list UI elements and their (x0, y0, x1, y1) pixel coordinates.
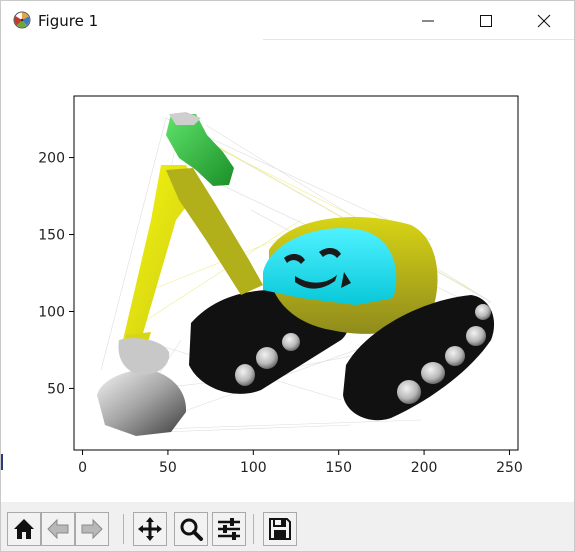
forward-button[interactable] (75, 512, 109, 546)
navigation-toolbar (1, 502, 574, 551)
x-tick-label: 150 (325, 460, 352, 476)
y-tick-labels: 50 100 150 200 (38, 151, 65, 398)
y-tick-label: 100 (38, 304, 65, 320)
subplots-icon (218, 518, 240, 540)
x-ticks (82, 450, 510, 455)
title-bar: Figure 1 (1, 1, 574, 39)
save-icon (269, 518, 291, 540)
pan-icon (138, 517, 162, 541)
x-tick-label: 100 (240, 460, 267, 476)
plot-svg: 0 50 100 150 200 250 50 100 150 200 (38, 95, 523, 476)
x-tick-label: 250 (496, 460, 523, 476)
figure-window: Figure 1 0 50 100 150 200 250 50 100 150… (0, 0, 575, 552)
y-tick-label: 50 (47, 381, 65, 397)
y-tick-label: 200 (38, 151, 65, 167)
x-tick-label: 50 (159, 460, 177, 476)
pan-button[interactable] (133, 512, 167, 546)
x-tick-label: 0 (78, 460, 87, 476)
toolbar-separator (123, 514, 124, 544)
y-ticks (69, 157, 74, 389)
close-icon (537, 14, 551, 28)
x-tick-labels: 0 50 100 150 200 250 (78, 460, 523, 476)
left-edge-marker (1, 454, 3, 470)
close-button[interactable] (515, 1, 575, 39)
window-title: Figure 1 (38, 12, 99, 30)
minimize-button[interactable] (399, 1, 459, 39)
forward-arrow-icon (81, 518, 103, 540)
home-icon (14, 519, 34, 539)
minimize-icon (422, 20, 434, 22)
maximize-button[interactable] (457, 1, 517, 39)
maximize-icon (480, 15, 492, 27)
y-tick-label: 150 (38, 228, 65, 244)
zoom-button[interactable] (174, 512, 208, 546)
home-button[interactable] (7, 512, 41, 546)
zoom-icon (180, 518, 203, 541)
x-tick-label: 200 (411, 460, 438, 476)
toolbar-separator (253, 514, 254, 544)
save-button[interactable] (263, 512, 297, 546)
configure-subplots-button[interactable] (212, 512, 246, 546)
back-button[interactable] (41, 512, 75, 546)
figure-canvas[interactable]: 0 50 100 150 200 250 50 100 150 200 (1, 40, 574, 502)
matplotlib-icon (13, 11, 31, 29)
back-arrow-icon (47, 518, 69, 540)
